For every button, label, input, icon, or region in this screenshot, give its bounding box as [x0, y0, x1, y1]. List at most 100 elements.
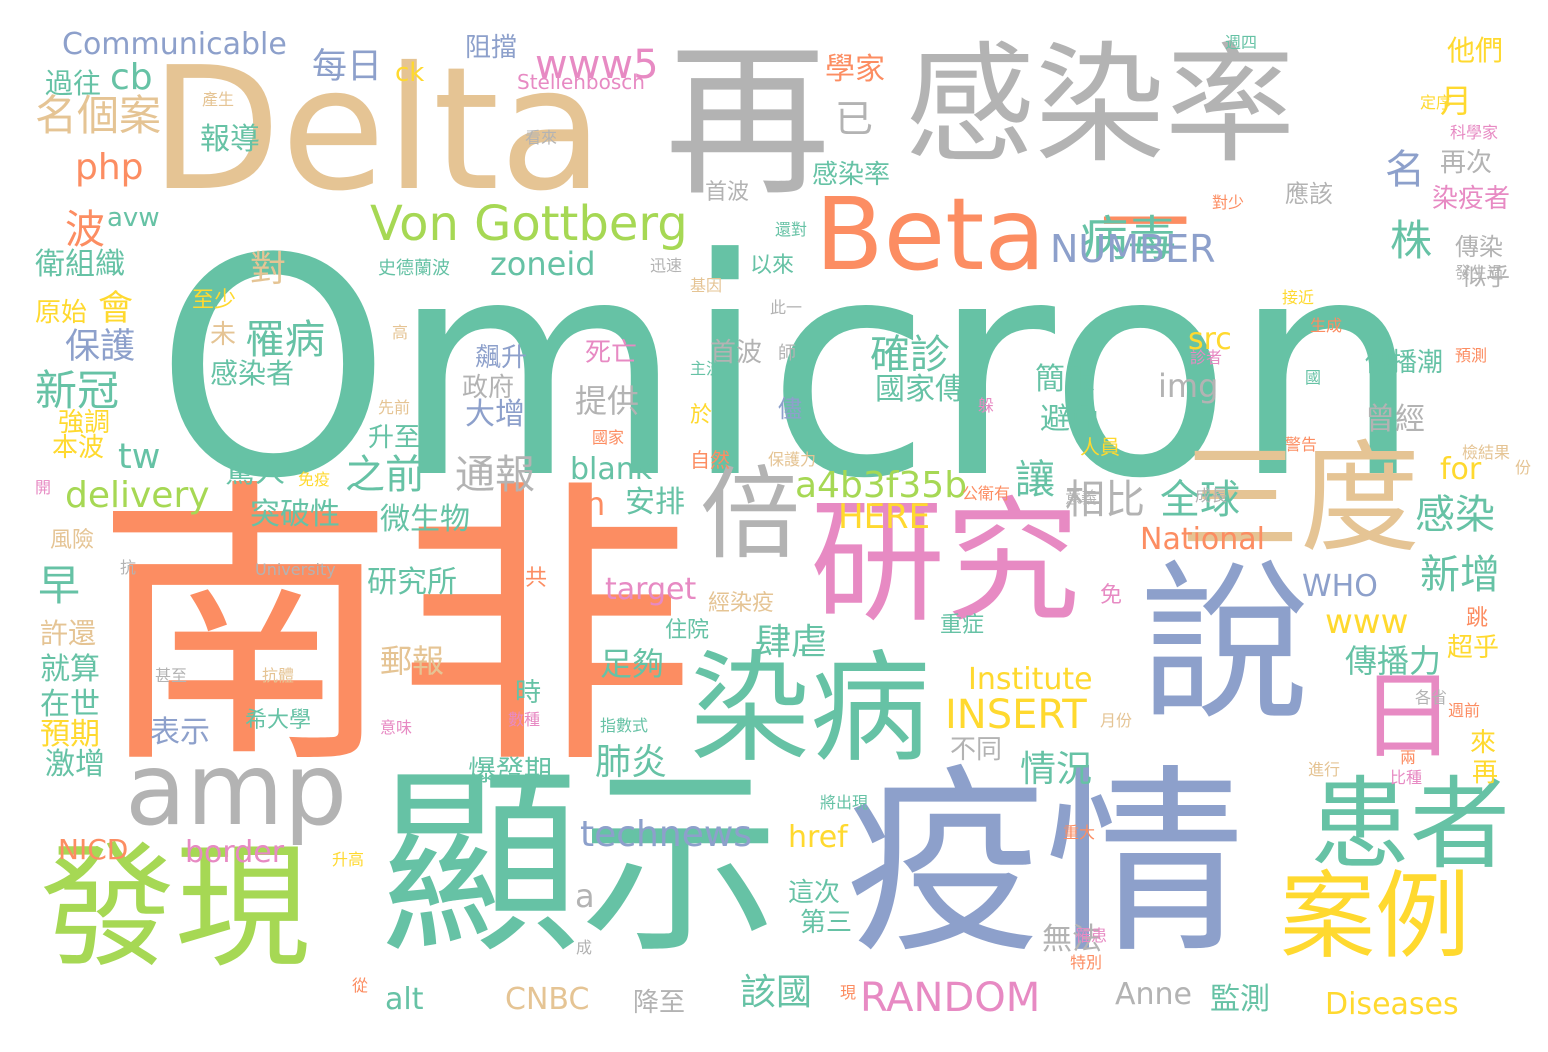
word-143: 人員 [1080, 435, 1120, 459]
word-182: 從 [352, 976, 369, 995]
word-125: 至少 [192, 288, 237, 313]
word-171: 兩 [1400, 748, 1417, 767]
word-36: 波 [65, 207, 105, 253]
word-38: 會 [98, 289, 134, 329]
word-68: technews [580, 814, 753, 855]
word-104: 驚人 [225, 455, 285, 490]
word-122: 報導 [200, 122, 260, 157]
word-27: 他們 [1447, 34, 1504, 67]
word-193: 發生過 [1455, 263, 1504, 282]
word-75: CNBC [505, 982, 590, 1017]
word-49: 通報 [455, 452, 535, 498]
word-119: 感染率 [812, 160, 891, 190]
word-96: 表示 [150, 715, 210, 750]
word-197: 國 [1305, 368, 1322, 387]
word-13: amp [125, 731, 348, 848]
word-33: 名 [1385, 147, 1425, 193]
word-176: 將出現 [820, 793, 869, 812]
word-147: 儘 [778, 395, 802, 423]
word-62: 早 [38, 561, 81, 610]
word-157: 跳 [1466, 606, 1489, 631]
word-19: Von Gottberg [370, 196, 688, 252]
word-117: 應該 [1285, 180, 1333, 208]
word-102: 就算 [40, 652, 100, 687]
word-70: 肺炎 [595, 742, 668, 783]
word-78: Diseases [1325, 987, 1459, 1022]
word-120: 史德蘭波 [378, 258, 450, 279]
word-139: 時 [515, 678, 542, 708]
word-cloud: Omicron 南非 顯示 疫情 Delta 再感染率一說研究 發現 染病 Beta amp 三度倍… [0, 0, 1548, 1052]
word-80: 該國 [740, 972, 813, 1013]
word-11: 染病 [690, 640, 930, 779]
word-155: 風險 [50, 528, 95, 553]
word-184: 週四 [1225, 33, 1258, 52]
word-115: 傳染 [1455, 233, 1503, 261]
word-60: 微生物 [380, 502, 470, 537]
word-170: 月份 [1100, 711, 1133, 730]
word-12: Beta [815, 176, 1046, 293]
word-91: n [585, 485, 606, 523]
word-132: 降至 [633, 988, 686, 1018]
word-43: 新冠 [35, 366, 120, 415]
word-21: 株 [1390, 216, 1433, 265]
word-195: 生成 [1310, 316, 1343, 335]
word-159: 預測 [1455, 346, 1488, 365]
word-66: INSERT [945, 692, 1087, 738]
word-124: 原始 [35, 298, 88, 328]
word-172: 週前 [1448, 701, 1481, 720]
word-55: HERE [838, 497, 931, 537]
word-16: 患者 [1310, 766, 1510, 883]
word-93: 安排 [625, 485, 685, 520]
word-84: blank [570, 452, 653, 487]
word-39: 對 [250, 249, 287, 290]
word-85: 提供 [575, 382, 640, 420]
word-114: 染疫者 [1432, 184, 1511, 214]
word-105: 升至 [368, 423, 421, 453]
word-146: 師 [778, 343, 796, 364]
word-44: 保護 [65, 327, 136, 367]
word-144: 高 [392, 323, 409, 342]
word-191: 基因 [690, 276, 723, 295]
word-103: 許還 [40, 617, 97, 650]
word-156: 抗 [120, 558, 137, 577]
word-97: 希大學 [245, 708, 312, 733]
word-175: 比種 [1390, 768, 1423, 787]
word-200: 躲 [978, 396, 995, 415]
word-28: 名個案 [35, 91, 162, 140]
word-23: 每日 [312, 47, 383, 87]
word-198: 開 [35, 478, 52, 497]
word-152: 先前 [378, 398, 411, 417]
word-186: 定序 [1420, 93, 1453, 112]
word-24: ck [395, 58, 425, 88]
word-29: cb [110, 57, 153, 98]
word-129: 死亡 [585, 338, 638, 368]
word-73: NICD [58, 833, 129, 866]
word-137: 經染疫 [708, 591, 775, 616]
word-82: img [1158, 367, 1219, 405]
word-135: 再 [1472, 758, 1499, 788]
word-112: 傳播潮 [1365, 348, 1444, 378]
word-51: 讓 [1015, 457, 1055, 503]
word-130: 這次 [788, 878, 841, 908]
word-164: 成長 [1195, 486, 1228, 505]
word-86: 大增 [465, 397, 525, 432]
word-136: 住院 [665, 618, 710, 643]
word-163: 意義 [1065, 488, 1098, 507]
word-173: 各省 [1415, 688, 1448, 707]
word-98: 爆發期 [468, 754, 553, 787]
word-154: 共 [525, 566, 548, 591]
word-79: 監測 [1210, 982, 1270, 1017]
word-165: 抗體 [262, 666, 295, 685]
word-127: 飆升 [475, 343, 528, 373]
word-166: 甚至 [155, 666, 188, 685]
word-131: 第三 [800, 908, 853, 938]
word-158: 免 [1100, 583, 1123, 608]
word-113: 再次 [1440, 148, 1493, 178]
word-34: NUMBER [1050, 227, 1216, 271]
word-17: 案例 [1280, 862, 1471, 972]
word-88: avw [107, 203, 160, 233]
word-178: 升高 [332, 850, 365, 869]
word-121: 以來 [750, 253, 795, 278]
word-106: 本波 [52, 433, 105, 463]
word-189: 還對 [775, 220, 808, 239]
